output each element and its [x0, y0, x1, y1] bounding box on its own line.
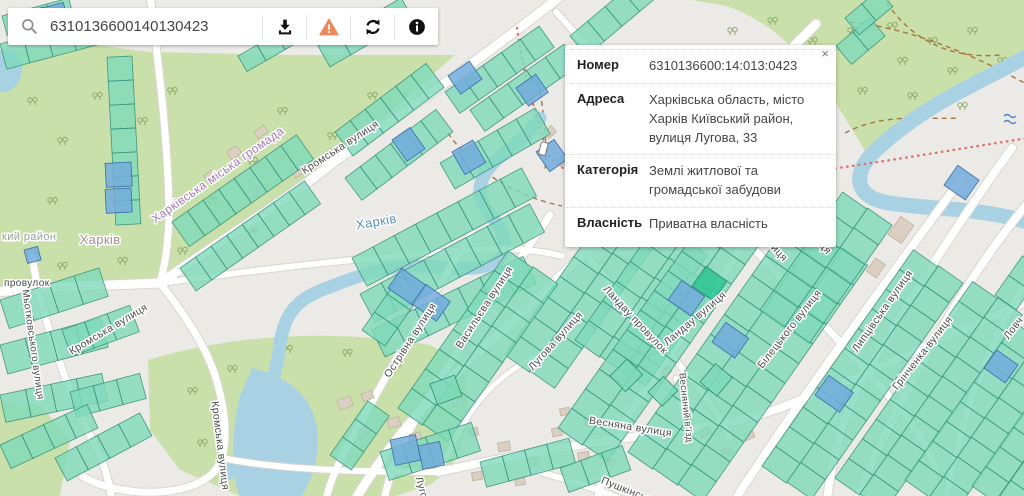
- info-button[interactable]: [395, 9, 438, 45]
- map-label: Харків: [79, 232, 120, 247]
- search-input[interactable]: [48, 17, 262, 36]
- popup-row-category: Категорія Землі житлової та громадської …: [565, 154, 836, 207]
- popup-row-ownership: Власність Приватна власність: [565, 207, 836, 241]
- parcel[interactable]: [105, 188, 132, 213]
- parcel[interactable]: [24, 246, 41, 263]
- map-label: провулок: [4, 278, 50, 289]
- cadastral-map-app: Кромська вулицяКромська вулицяКромська в…: [0, 0, 1024, 496]
- parcel-info-popup: × Номер 6310136600:14:013:0423 Адреса Ха…: [565, 45, 836, 247]
- parcel[interactable]: [111, 128, 137, 153]
- parcel[interactable]: [108, 80, 134, 105]
- search-icon: [21, 18, 38, 35]
- building: [497, 441, 510, 452]
- popup-row-value: Харківська область, місто Харків Київськ…: [649, 91, 824, 148]
- popup-row-label: Номер: [577, 57, 649, 76]
- parcel[interactable]: [107, 56, 133, 81]
- popup-row-label: Категорія: [577, 162, 649, 200]
- popup-close-button[interactable]: ×: [821, 47, 829, 60]
- download-button[interactable]: [263, 9, 306, 45]
- parcel[interactable]: [418, 441, 445, 469]
- parcel[interactable]: [110, 104, 136, 129]
- warning-button[interactable]: [307, 9, 350, 45]
- popup-row-label: Адреса: [577, 91, 649, 148]
- popup-row-value: Приватна власність: [649, 215, 824, 234]
- popup-row-address: Адреса Харківська область, місто Харків …: [565, 83, 836, 155]
- popup-row-label: Власність: [577, 215, 649, 234]
- parcel[interactable]: [390, 435, 421, 466]
- search-bar: [8, 8, 438, 45]
- map-label: кий район: [2, 231, 56, 243]
- popup-row-number: Номер 6310136600:14:013:0423: [565, 49, 836, 83]
- map-canvas[interactable]: Кромська вулицяКромська вулицяКромська в…: [0, 0, 1024, 496]
- refresh-button[interactable]: [351, 9, 394, 45]
- popup-row-value: 6310136600:14:013:0423: [649, 57, 824, 76]
- popup-row-value: Землі житлової та громадської забудови: [649, 162, 824, 200]
- building: [471, 471, 482, 480]
- parcel[interactable]: [105, 162, 132, 187]
